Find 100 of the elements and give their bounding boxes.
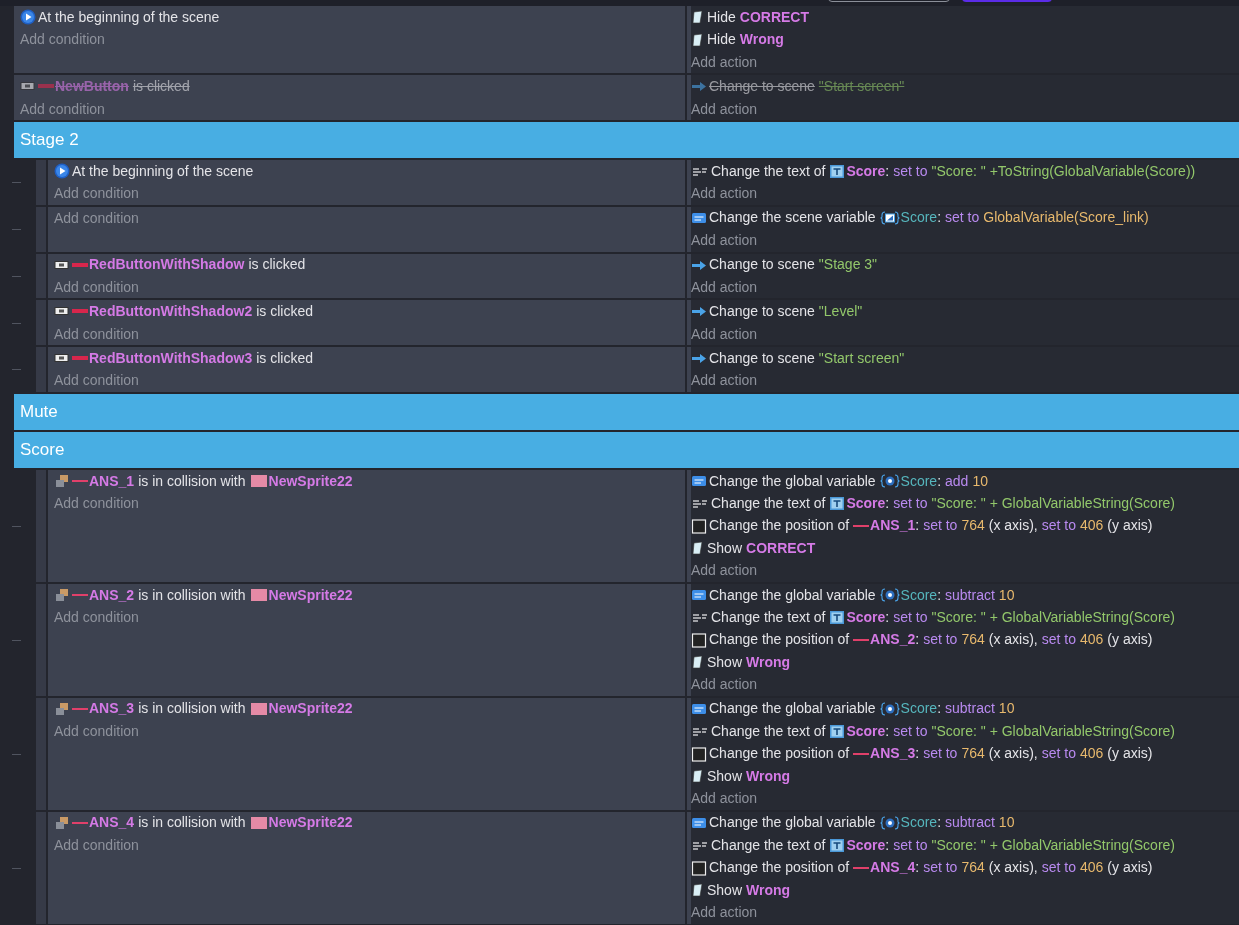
scene-variable-icon	[879, 209, 900, 226]
object-name: CORRECT	[739, 7, 810, 27]
parameter-text: set to	[893, 721, 928, 741]
add-action-link[interactable]: Add action	[691, 372, 758, 389]
line-text: Show	[707, 880, 743, 900]
add-condition-link[interactable]: Add condition	[54, 185, 139, 202]
line-icon	[853, 752, 870, 755]
line-text: :	[937, 585, 942, 605]
line-text: is clicked	[248, 255, 306, 275]
group-header[interactable]: Stage 2	[14, 121, 1239, 158]
line-text: :	[915, 858, 920, 878]
square-icon	[249, 587, 268, 603]
add-action-link[interactable]: Add action	[691, 562, 758, 579]
string-value: "Score: " + GlobalVariableString(Score)	[931, 493, 1175, 513]
event-handle[interactable]	[36, 469, 46, 582]
event-handle[interactable]	[36, 583, 46, 696]
add-condition-link[interactable]: Add condition	[54, 209, 139, 226]
line-text: (x axis),	[988, 744, 1038, 764]
group-header[interactable]: Score	[14, 431, 1239, 468]
text-object-icon	[829, 609, 846, 626]
line-text: is in collision with	[138, 585, 246, 605]
line-text: :	[915, 630, 920, 650]
line-text: Change to scene	[709, 302, 815, 321]
event-handle[interactable]	[36, 300, 46, 346]
number-value: GlobalVariable(Score_link)	[983, 208, 1149, 228]
number-value: 10	[998, 699, 1015, 719]
text-object-icon	[829, 837, 846, 854]
line-text: Show	[707, 538, 743, 558]
line-text: Hide	[707, 30, 736, 50]
event-handle[interactable]	[36, 206, 46, 252]
text-object-icon	[829, 723, 846, 740]
parameter-text: set to	[923, 744, 958, 764]
event-handle[interactable]	[36, 159, 46, 205]
line-text: Change the global variable	[709, 813, 876, 833]
add-action-link[interactable]: Add action	[691, 790, 758, 807]
line-text: Show	[707, 766, 743, 786]
object-name: NewSprite22	[268, 699, 353, 719]
group-header[interactable]: Mute	[14, 393, 1239, 430]
line-text: (y axis)	[1107, 744, 1153, 764]
line-icon	[853, 866, 870, 869]
event-handle[interactable]	[36, 347, 46, 392]
line-text: Show	[707, 652, 743, 672]
line-text: :	[885, 161, 890, 181]
line-text: Change the text of	[711, 161, 826, 181]
tag-shape-icon	[691, 9, 705, 26]
tag-shape-icon	[691, 882, 705, 899]
add-action-link[interactable]: Add action	[691, 904, 758, 921]
parameter-text: set to	[893, 161, 928, 181]
add-condition-link[interactable]: Add condition	[54, 837, 139, 854]
tag-shape-icon	[691, 654, 705, 671]
add-action-link[interactable]: Add action	[691, 676, 758, 693]
line-text: :	[937, 699, 942, 719]
add-condition-link[interactable]: Add condition	[54, 325, 139, 342]
add-condition-link[interactable]: Add condition	[54, 723, 139, 740]
square-outline-icon	[691, 859, 707, 876]
overlapping-squares-icon	[54, 587, 70, 603]
bar-icon	[72, 309, 88, 314]
parameter-text: set to	[1041, 744, 1076, 764]
parameter-text: set to	[1041, 516, 1076, 536]
add-action-link[interactable]: Add action	[691, 232, 758, 249]
add-condition-link[interactable]: Add condition	[54, 495, 139, 512]
add-action-link[interactable]: Add action	[691, 325, 758, 342]
event-handle[interactable]	[36, 253, 46, 299]
line-icon	[72, 480, 88, 483]
play-icon	[54, 163, 70, 180]
add-action-link[interactable]: Add action	[691, 53, 758, 70]
line-text: Change the text of	[711, 835, 826, 855]
line-text: Change the position of	[709, 516, 850, 536]
tag-shape-icon	[691, 31, 705, 48]
global-variable-icon	[879, 700, 900, 717]
event-handle[interactable]	[36, 697, 46, 810]
add-condition-link[interactable]: Add condition	[54, 278, 139, 295]
bar-icon	[38, 84, 54, 89]
parameter-text: set to	[1041, 630, 1076, 650]
object-name: NewButton	[55, 76, 129, 96]
object-name: Wrong	[746, 766, 791, 786]
string-value: "Start screen"	[818, 76, 905, 96]
add-action-link[interactable]: Add action	[691, 185, 758, 202]
object-name: RedButtonWithShadow2	[89, 302, 253, 321]
number-value: 406	[1080, 858, 1104, 878]
object-name: RedButtonWithShadow3	[89, 348, 253, 368]
line-text: Change the scene variable	[709, 208, 876, 228]
number-value: 10	[972, 471, 988, 491]
add-condition-link[interactable]: Add condition	[54, 372, 139, 389]
object-name: NewSprite22	[268, 813, 353, 833]
event-handle[interactable]	[36, 811, 46, 924]
play-icon	[20, 9, 36, 26]
object-name: ANS_2	[89, 585, 135, 605]
object-name: ANS_4	[89, 813, 135, 833]
add-action-link[interactable]: Add action	[691, 278, 758, 295]
add-condition-link[interactable]: Add condition	[20, 31, 105, 48]
number-value: 406	[1080, 516, 1104, 536]
parameter-text: set to	[893, 607, 928, 627]
line-text: Change the position of	[709, 630, 850, 650]
string-value: "Score: " + GlobalVariableString(Score)	[931, 607, 1175, 627]
add-condition-link[interactable]: Add condition	[54, 609, 139, 626]
square-outline-icon	[691, 517, 707, 534]
line-icon	[72, 821, 88, 824]
object-name: Wrong	[746, 652, 791, 672]
line-text: (y axis)	[1107, 630, 1153, 650]
